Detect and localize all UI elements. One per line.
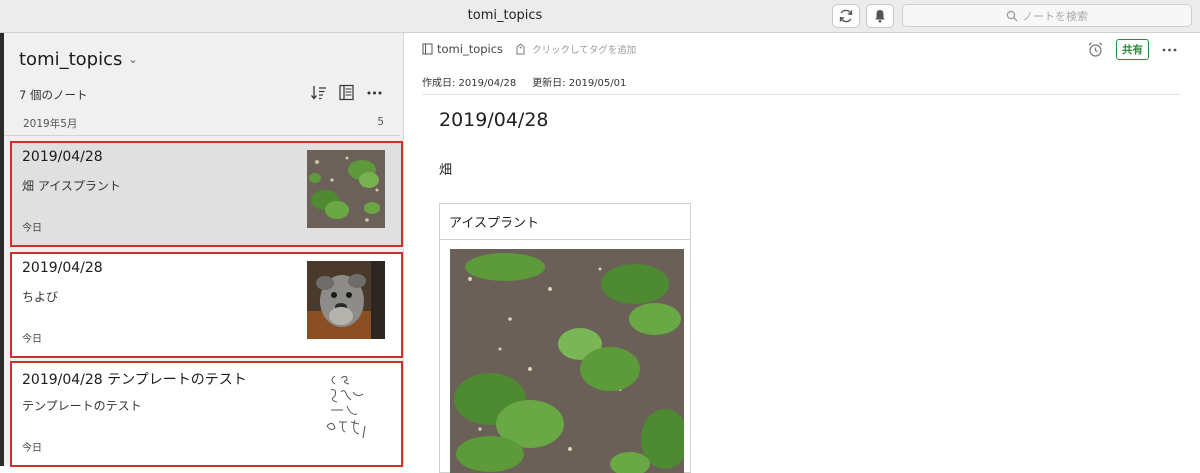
notebook-title-label: tomi_topics bbox=[19, 49, 123, 70]
sidebar-edge bbox=[0, 33, 4, 466]
more-icon[interactable] bbox=[1161, 41, 1178, 58]
add-tag-input[interactable]: クリックしてタグを追加 bbox=[532, 42, 636, 56]
dog-thumbnail bbox=[307, 261, 385, 339]
chevron-down-icon: ⌄ bbox=[128, 53, 138, 66]
notebook-icon bbox=[422, 43, 433, 55]
search-input[interactable]: ノートを検索 bbox=[902, 4, 1192, 27]
view-options-button[interactable] bbox=[337, 83, 355, 101]
note-table[interactable]: アイスプラント bbox=[439, 203, 691, 473]
note-snippet: 畑 アイスプラント bbox=[22, 179, 121, 193]
note-date: 今日 bbox=[22, 223, 42, 234]
note-dates: 作成日: 2019/04/28 更新日: 2019/05/01 bbox=[422, 74, 626, 89]
sort-button[interactable] bbox=[309, 83, 327, 101]
sync-button[interactable] bbox=[832, 4, 860, 28]
note-snippet: テンプレートのテスト bbox=[22, 399, 142, 413]
note-list-item[interactable]: 2019/04/28 畑 アイスプラント 今日 bbox=[10, 141, 403, 247]
bell-icon bbox=[875, 10, 885, 23]
note-list-item[interactable]: 2019/04/28 ちよび 今日 bbox=[10, 252, 403, 358]
handwriting-thumbnail bbox=[307, 370, 385, 448]
sort-icon bbox=[310, 85, 326, 100]
note-count: 7 個のノート bbox=[19, 88, 88, 102]
tag-icon bbox=[516, 43, 525, 55]
title-bar: tomi_topics ノートを検索 bbox=[0, 0, 1200, 33]
group-count: 5 bbox=[377, 116, 384, 128]
created-date: 作成日: 2019/04/28 bbox=[422, 78, 517, 89]
note-title: 2019/04/28 bbox=[22, 149, 103, 165]
plants-photo[interactable] bbox=[450, 249, 684, 473]
note-title: 2019/04/28 テンプレートのテスト bbox=[22, 372, 247, 388]
notifications-button[interactable] bbox=[866, 4, 894, 28]
search-placeholder: ノートを検索 bbox=[1022, 9, 1088, 23]
note-list-panel: tomi_topics ⌄ 7 個のノート 2019年5月 5 2019/04/… bbox=[0, 33, 404, 467]
search-icon bbox=[1006, 10, 1018, 21]
plants-thumbnail bbox=[307, 150, 385, 228]
sync-icon bbox=[839, 9, 853, 23]
header-divider bbox=[422, 94, 1180, 95]
editor-notebook-link[interactable]: tomi_topics bbox=[437, 42, 503, 56]
month-group-header: 2019年5月 5 bbox=[4, 111, 400, 136]
note-body-text[interactable]: 畑 bbox=[439, 159, 452, 178]
list-toolbar bbox=[309, 83, 383, 101]
reminder-icon[interactable] bbox=[1087, 41, 1104, 58]
note-title: 2019/04/28 bbox=[22, 260, 103, 276]
updated-date: 更新日: 2019/05/01 bbox=[532, 78, 627, 89]
more-icon bbox=[367, 91, 381, 94]
view-list-icon bbox=[338, 84, 354, 100]
note-date: 今日 bbox=[22, 443, 42, 454]
note-list-item[interactable]: 2019/04/28 テンプレートのテスト テンプレートのテスト 今日 bbox=[10, 361, 403, 467]
notebook-title[interactable]: tomi_topics ⌄ bbox=[19, 49, 138, 70]
editor-actions: 共有 bbox=[1087, 39, 1178, 60]
note-title-field[interactable]: 2019/04/28 bbox=[439, 109, 549, 131]
table-header-cell[interactable]: アイスプラント bbox=[440, 204, 690, 240]
note-snippet: ちよび bbox=[22, 290, 59, 304]
editor-meta-bar: tomi_topics クリックしてタグを追加 bbox=[422, 42, 636, 56]
note-date: 今日 bbox=[22, 334, 42, 345]
group-label: 2019年5月 bbox=[23, 118, 78, 130]
share-button[interactable]: 共有 bbox=[1116, 39, 1149, 60]
note-editor: tomi_topics クリックしてタグを追加 共有 作成日: 2019/04/… bbox=[405, 33, 1200, 473]
more-options-button[interactable] bbox=[365, 83, 383, 101]
